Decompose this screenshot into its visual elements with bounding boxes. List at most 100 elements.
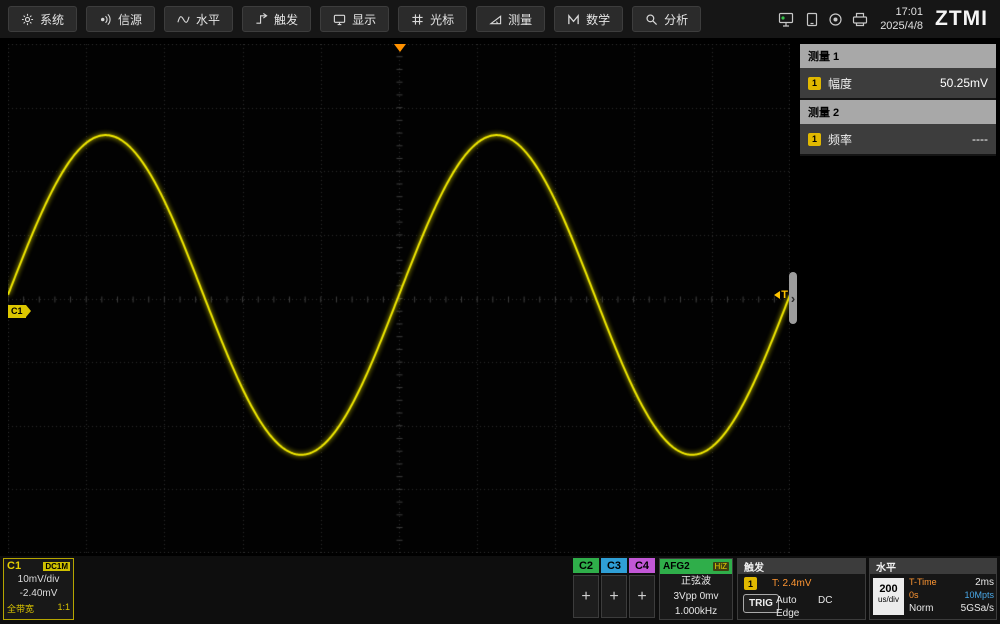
measurement1-header: 测量 1 <box>800 44 996 68</box>
menu-label: 光标 <box>430 11 454 28</box>
measurement2-value: ---- <box>972 132 988 146</box>
trig-button[interactable]: TRIG <box>743 594 779 613</box>
trigger-box-title: 触发 <box>738 559 865 574</box>
tablet-icon[interactable] <box>805 12 819 27</box>
channel1-badge: 1 <box>808 133 821 146</box>
trigger-source-badge: 1 <box>744 577 757 590</box>
oscilloscope-screen: 系统 信源 水平 触发 <box>0 0 1000 624</box>
menu-horizontal[interactable]: 水平 <box>164 6 233 32</box>
channel3-tab[interactable]: C3 <box>601 558 627 573</box>
record-icon[interactable] <box>828 12 843 27</box>
horizontal-info-box[interactable]: 水平 200 us/div T-Time 2ms 0s 10Mpts Norm … <box>869 558 997 620</box>
clock-time: 17:01 <box>880 5 923 19</box>
left-arrow-icon <box>774 291 780 299</box>
measurement1-value: 50.25mV <box>940 76 988 90</box>
channel4-add-button[interactable]: + <box>629 575 655 618</box>
printer-icon[interactable] <box>852 12 868 27</box>
horizontal-row-delay: 0s 10Mpts <box>909 590 994 600</box>
channel1-bandwidth: 全带宽 <box>7 602 34 615</box>
menu-label: 显示 <box>352 11 376 28</box>
horizontal-row-acq: Norm 5GSa/s <box>909 603 994 614</box>
channel2-add-button[interactable]: + <box>573 575 599 618</box>
channel1-label: C1 <box>7 560 21 572</box>
measure-icon <box>489 13 502 26</box>
math-icon <box>567 13 580 26</box>
memory-depth: 10Mpts <box>964 590 994 600</box>
afg-header: AFG2 HiZ <box>660 559 732 574</box>
channel1-probe: 1:1 <box>57 602 70 615</box>
trigger-level-label: T <box>781 289 788 301</box>
afg-waveform-type: 正弦波 <box>660 574 732 589</box>
afg-load-badge: HiZ <box>713 562 729 571</box>
display-icon <box>333 13 346 26</box>
trigger-edge-icon <box>255 13 268 26</box>
afg-label: AFG2 <box>663 561 690 572</box>
menu-label: 测量 <box>508 11 532 28</box>
sample-rate: 5GSa/s <box>961 603 994 614</box>
menu-display[interactable]: 显示 <box>320 6 389 32</box>
horizontal-box-title: 水平 <box>870 559 996 574</box>
scope-display[interactable]: C1 T <box>8 44 790 553</box>
menu-label: 触发 <box>274 11 298 28</box>
delay-value: 0s <box>909 590 919 600</box>
channel1-header: C1 DC1M <box>4 559 73 573</box>
channel1-footer: 全带宽 1:1 <box>4 601 73 616</box>
t-time-label: T-Time <box>909 577 937 587</box>
afg-frequency: 1.000kHz <box>660 604 732 619</box>
panel-scrollbar-handle[interactable]: › <box>789 272 797 324</box>
channel1-badge: 1 <box>808 77 821 90</box>
clock-date: 2025/4/8 <box>880 19 923 33</box>
trigger-type: Edge <box>776 608 799 619</box>
menu-analyze[interactable]: 分析 <box>632 6 701 32</box>
topbar: 系统 信源 水平 触发 <box>0 0 1000 38</box>
menu-label: 数学 <box>586 11 610 28</box>
channel1-scale: 10mV/div <box>4 573 73 587</box>
measurement2-name: 频率 <box>828 131 852 148</box>
menu-label: 系统 <box>40 11 64 28</box>
menu-measure[interactable]: 测量 <box>476 6 545 32</box>
measurement1-row[interactable]: 1 幅度 50.25mV <box>800 68 996 100</box>
channel1-offset: -2.40mV <box>4 587 73 601</box>
trigger-level-marker[interactable]: T <box>774 289 788 301</box>
channel2-tab[interactable]: C2 <box>573 558 599 573</box>
measurement2-row[interactable]: 1 频率 ---- <box>800 124 996 156</box>
cursor-icon <box>411 13 424 26</box>
trigger-coupling: DC <box>818 595 832 606</box>
gear-icon <box>21 13 34 26</box>
measurement2-header: 测量 2 <box>800 100 996 124</box>
waveform-canvas[interactable] <box>8 44 790 553</box>
timebase-scale-box[interactable]: 200 us/div <box>873 578 904 615</box>
menu-system[interactable]: 系统 <box>8 6 77 32</box>
magnifier-icon <box>645 13 658 26</box>
clock: 17:01 2025/4/8 <box>880 5 923 34</box>
acquisition-mode: Norm <box>909 603 933 614</box>
channel4-tab[interactable]: C4 <box>629 558 655 573</box>
horizontal-row-ttime: T-Time 2ms <box>909 577 994 588</box>
trigger-level-value: T: 2.4mV <box>772 578 811 589</box>
menu-cursor[interactable]: 光标 <box>398 6 467 32</box>
menu-trigger[interactable]: 触发 <box>242 6 311 32</box>
horizontal-wave-icon <box>177 13 190 26</box>
trigger-position-marker[interactable] <box>394 44 406 52</box>
t-time-value: 2ms <box>975 577 994 588</box>
timebase-unit: us/div <box>873 595 904 604</box>
trigger-info-box[interactable]: 触发 1 T: 2.4mV TRIG Auto DC Edge <box>737 558 866 620</box>
measurement-panel: 测量 1 1 幅度 50.25mV 测量 2 1 频率 ---- <box>800 44 996 156</box>
menu-source[interactable]: 信源 <box>86 6 155 32</box>
afg-info-box[interactable]: AFG2 HiZ 正弦波 3Vpp 0mv 1.000kHz <box>659 558 733 620</box>
bottombar: C1 DC1M 10mV/div -2.40mV 全带宽 1:1 C2 C3 C… <box>0 556 1000 624</box>
menu-label: 分析 <box>664 11 688 28</box>
channel1-info-box[interactable]: C1 DC1M 10mV/div -2.40mV 全带宽 1:1 <box>3 558 74 620</box>
menu-label: 信源 <box>118 11 142 28</box>
trigger-sweep-mode: Auto <box>776 595 797 606</box>
menu-label: 水平 <box>196 11 220 28</box>
trigger-box-body: 1 T: 2.4mV TRIG Auto DC Edge <box>738 574 865 619</box>
source-icon <box>99 13 112 26</box>
menu-math[interactable]: 数学 <box>554 6 623 32</box>
brand-logo: ZTMI <box>935 7 988 31</box>
afg-amplitude: 3Vpp 0mv <box>660 589 732 604</box>
screen-icon[interactable] <box>778 12 796 27</box>
timebase-value: 200 <box>873 583 904 595</box>
channel3-add-button[interactable]: + <box>601 575 627 618</box>
channel1-offset-marker[interactable]: C1 <box>8 305 26 318</box>
